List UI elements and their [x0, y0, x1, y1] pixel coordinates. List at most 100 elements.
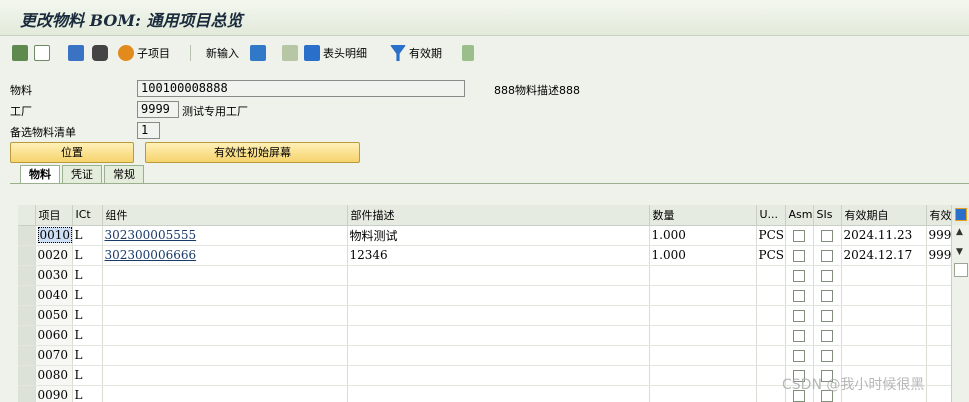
- unit-cell[interactable]: [756, 265, 786, 286]
- row-selector[interactable]: [18, 305, 36, 326]
- sis-checkbox[interactable]: [820, 229, 833, 242]
- description-cell[interactable]: [347, 325, 650, 346]
- unit-cell[interactable]: PCS: [756, 225, 786, 246]
- asm-checkbox[interactable]: [792, 269, 805, 282]
- component-cell[interactable]: [102, 365, 348, 386]
- description-cell[interactable]: [347, 345, 650, 366]
- new-entry-button[interactable]: 新输入: [203, 42, 239, 64]
- row-selector[interactable]: [18, 325, 36, 346]
- ict-cell[interactable]: L: [72, 385, 103, 402]
- item-number[interactable]: 0010: [37, 227, 71, 243]
- col-valid-from[interactable]: 有效期自: [841, 205, 927, 226]
- row-selector[interactable]: [18, 385, 36, 402]
- scroll-up-icon[interactable]: ▲: [956, 227, 963, 237]
- unit-cell[interactable]: [756, 365, 786, 386]
- item-cell[interactable]: 0030: [35, 265, 73, 286]
- scroll-down-icon[interactable]: ▼: [956, 247, 963, 257]
- ict-cell[interactable]: L: [72, 325, 103, 346]
- sis-checkbox[interactable]: [820, 309, 833, 322]
- row-selector[interactable]: [18, 245, 36, 266]
- row-selector[interactable]: [18, 285, 36, 306]
- asm-checkbox[interactable]: [792, 329, 805, 342]
- ict-cell[interactable]: L: [72, 365, 103, 386]
- item-cell[interactable]: 0020: [35, 245, 73, 266]
- ict-cell[interactable]: L: [72, 305, 103, 326]
- validity-button[interactable]: 有效期: [390, 42, 442, 64]
- print-button[interactable]: [92, 42, 108, 64]
- table-row[interactable]: 0050 L: [18, 305, 969, 326]
- description-cell[interactable]: [347, 385, 650, 402]
- next-screen-button[interactable]: [34, 42, 50, 64]
- tab-material[interactable]: 物料: [20, 165, 60, 184]
- asm-checkbox[interactable]: [792, 289, 805, 302]
- valid-from-cell[interactable]: [841, 325, 927, 346]
- description-cell[interactable]: [347, 285, 650, 306]
- delete-button[interactable]: [250, 42, 266, 64]
- item-cell[interactable]: 0050: [35, 305, 73, 326]
- unit-cell[interactable]: [756, 385, 786, 402]
- component-cell[interactable]: 302300006666: [102, 245, 348, 266]
- header-detail-button[interactable]: 表头明细: [304, 42, 367, 64]
- item-cell[interactable]: 0090: [35, 385, 73, 402]
- description-cell[interactable]: [347, 265, 650, 286]
- valid-from-cell[interactable]: [841, 345, 927, 366]
- component-cell[interactable]: [102, 265, 348, 286]
- alt-bom-field[interactable]: 1: [137, 122, 160, 139]
- valid-from-cell[interactable]: 2024.11.23: [841, 225, 927, 246]
- quantity-cell[interactable]: [649, 385, 757, 402]
- tab-document[interactable]: 凭证: [62, 165, 102, 184]
- sis-checkbox[interactable]: [820, 249, 833, 262]
- ict-cell[interactable]: L: [72, 225, 103, 246]
- col-ict[interactable]: ICt: [72, 205, 103, 226]
- col-asm[interactable]: Asm: [785, 205, 814, 226]
- item-cell[interactable]: 0010: [35, 225, 73, 246]
- subitem-button[interactable]: 子项目: [118, 42, 170, 64]
- table-row[interactable]: 0040 L: [18, 285, 969, 306]
- valid-from-cell[interactable]: 2024.12.17: [841, 245, 927, 266]
- unit-cell[interactable]: PCS: [756, 245, 786, 266]
- unit-cell[interactable]: [756, 325, 786, 346]
- quantity-cell[interactable]: 1.000: [649, 245, 757, 266]
- asm-checkbox[interactable]: [792, 309, 805, 322]
- position-button[interactable]: 位置: [10, 142, 134, 163]
- valid-from-cell[interactable]: [841, 265, 927, 286]
- description-cell[interactable]: [347, 365, 650, 386]
- component-cell[interactable]: [102, 325, 348, 346]
- row-selector[interactable]: [18, 225, 36, 246]
- item-cell[interactable]: 0080: [35, 365, 73, 386]
- sis-checkbox[interactable]: [820, 329, 833, 342]
- table-row[interactable]: 0060 L: [18, 325, 969, 346]
- asm-checkbox[interactable]: [792, 349, 805, 362]
- material-field[interactable]: 100100008888: [137, 80, 465, 97]
- row-selector[interactable]: [18, 265, 36, 286]
- column-settings-button[interactable]: [951, 205, 969, 225]
- ict-cell[interactable]: L: [72, 245, 103, 266]
- tab-general[interactable]: 常规: [104, 165, 144, 184]
- row-selector[interactable]: [18, 345, 36, 366]
- quantity-cell[interactable]: [649, 325, 757, 346]
- validity-initial-screen-button[interactable]: 有效性初始屏幕: [145, 142, 360, 163]
- component-cell[interactable]: [102, 305, 348, 326]
- scroll-thumb[interactable]: [954, 263, 968, 277]
- sis-checkbox[interactable]: [820, 349, 833, 362]
- quantity-cell[interactable]: 1.000: [649, 225, 757, 246]
- prev-screen-button[interactable]: [12, 42, 28, 64]
- item-cell[interactable]: 0060: [35, 325, 73, 346]
- select-all-cell[interactable]: [18, 205, 36, 226]
- unit-cell[interactable]: [756, 305, 786, 326]
- col-description[interactable]: 部件描述: [347, 205, 650, 226]
- ict-cell[interactable]: L: [72, 345, 103, 366]
- asm-checkbox[interactable]: [792, 229, 805, 242]
- valid-from-cell[interactable]: [841, 285, 927, 306]
- col-unit[interactable]: U...: [756, 205, 786, 226]
- sis-checkbox[interactable]: [820, 269, 833, 282]
- table-row[interactable]: 0030 L: [18, 265, 969, 286]
- sis-checkbox[interactable]: [820, 289, 833, 302]
- copy-button[interactable]: [282, 42, 298, 64]
- col-sis[interactable]: SIs: [813, 205, 842, 226]
- layout-button[interactable]: [462, 42, 474, 64]
- ict-cell[interactable]: L: [72, 285, 103, 306]
- component-cell[interactable]: [102, 345, 348, 366]
- component-cell[interactable]: [102, 385, 348, 402]
- asm-checkbox[interactable]: [792, 249, 805, 262]
